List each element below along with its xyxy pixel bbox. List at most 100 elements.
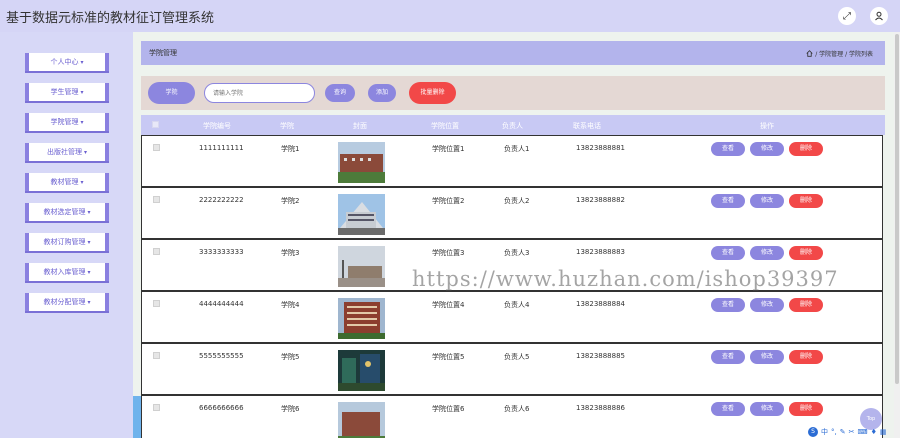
edit-button[interactable]: 修改 <box>750 350 784 364</box>
sidebar-item-personal-center[interactable]: 个人中心 ▾ <box>25 53 109 71</box>
sidebar-item-label: 个人中心 <box>50 58 79 66</box>
sidebar-item-label: 教材入库管理 <box>43 268 86 276</box>
app-header: 基于数据元标准的教材征订管理系统 ⤢ <box>0 0 900 32</box>
page-title: 学院管理 <box>149 49 177 57</box>
shirt-icon[interactable]: ♦ <box>871 428 877 436</box>
college-name: 学院3 <box>281 249 300 257</box>
row-checkbox[interactable] <box>153 248 160 255</box>
sidebar-item-textbook-selection[interactable]: 教材选定管理 ▾ <box>25 203 109 221</box>
college-phone: 13823888885 <box>576 352 625 360</box>
view-button[interactable]: 查看 <box>711 350 745 364</box>
college-cover-image <box>338 194 385 235</box>
column-header[interactable]: 学院 <box>280 121 294 131</box>
college-location: 学院位置2 <box>432 197 465 205</box>
query-button[interactable]: 查询 <box>325 84 355 102</box>
column-header[interactable]: 联系电话 <box>573 121 601 131</box>
delete-button[interactable]: 删除 <box>789 142 823 156</box>
page-scrollbar[interactable] <box>894 32 900 438</box>
sidebar-item-textbook-orders[interactable]: 教材订购管理 ▾ <box>25 233 109 251</box>
college-id: 3333333333 <box>199 248 244 256</box>
view-button[interactable]: 查看 <box>711 194 745 208</box>
scrollbar-thumb[interactable] <box>895 34 899 384</box>
select-all-checkbox[interactable] <box>152 121 159 128</box>
keyboard-icon[interactable]: ⌨ <box>857 428 867 436</box>
edit-button[interactable]: 修改 <box>750 194 784 208</box>
search-input[interactable] <box>204 83 315 103</box>
edit-button[interactable]: 修改 <box>750 142 784 156</box>
sidebar: 个人中心 ▾ 学生管理 ▾ 学院管理 ▾ 出版社管理 ▾ 教材管理 ▾ 教材选定管理 ▾ 教… <box>0 32 133 438</box>
college-id: 5555555555 <box>199 352 244 360</box>
delete-button[interactable]: 删除 <box>789 246 823 260</box>
tools-icon[interactable]: ✂ <box>849 428 855 436</box>
home-icon[interactable] <box>806 49 813 57</box>
view-button[interactable]: 查看 <box>711 402 745 416</box>
row-checkbox[interactable] <box>153 404 160 411</box>
column-header[interactable]: 学院位置 <box>431 121 459 131</box>
column-header[interactable]: 学院编号 <box>203 121 231 131</box>
row-checkbox[interactable] <box>153 352 160 359</box>
delete-button[interactable]: 删除 <box>789 298 823 312</box>
edit-button[interactable]: 修改 <box>750 402 784 416</box>
college-manager: 负责人2 <box>504 197 530 205</box>
chevron-down-icon: ▾ <box>87 209 91 216</box>
delete-button[interactable]: 删除 <box>789 194 823 208</box>
user-icon[interactable] <box>870 7 888 25</box>
row-checkbox[interactable] <box>153 196 160 203</box>
app-title: 基于数据元标准的教材征订管理系统 <box>6 10 215 26</box>
search-bar: 学院 查询 添加 批量删除 <box>141 76 885 110</box>
chevron-down-icon: ▾ <box>80 59 84 66</box>
sidebar-item-textbooks[interactable]: 教材管理 ▾ <box>25 173 109 191</box>
view-button[interactable]: 查看 <box>711 142 745 156</box>
column-header[interactable]: 负责人 <box>502 121 523 131</box>
breadcrumb-path[interactable]: / 学院管理 / 学院列表 <box>815 49 873 58</box>
pen-icon[interactable]: ✎ <box>840 428 846 436</box>
chevron-down-icon: ▾ <box>80 179 84 186</box>
college-location: 学院位置3 <box>432 249 465 257</box>
punctuation-icon[interactable]: °, <box>831 428 837 436</box>
sidebar-item-label: 教材分配管理 <box>43 298 86 306</box>
sidebar-item-label: 教材订购管理 <box>43 238 86 246</box>
college-location: 学院位置1 <box>432 145 465 153</box>
grid-icon[interactable]: ▦ <box>880 428 887 436</box>
college-manager: 负责人3 <box>504 249 530 257</box>
college-id: 4444444444 <box>199 300 244 308</box>
row-checkbox[interactable] <box>153 300 160 307</box>
breadcrumb: / 学院管理 / 学院列表 <box>806 49 873 58</box>
sidebar-item-students[interactable]: 学生管理 ▾ <box>25 83 109 101</box>
sidebar-item-textbook-stock-in[interactable]: 教材入库管理 ▾ <box>25 263 109 281</box>
chevron-down-icon: ▾ <box>80 89 84 96</box>
view-button[interactable]: 查看 <box>711 298 745 312</box>
fullscreen-icon[interactable]: ⤢ <box>838 7 856 25</box>
college-location: 学院位置4 <box>432 301 465 309</box>
watermark: https://www.huzhan.com/ishop39397 <box>412 267 839 291</box>
language-icon[interactable]: 中 <box>821 427 828 437</box>
college-location: 学院位置5 <box>432 353 465 361</box>
table-row: 5555555555 学院5 学院位置5 负责人5 13823888885 查看… <box>141 343 883 395</box>
edit-button[interactable]: 修改 <box>750 298 784 312</box>
sidebar-item-colleges[interactable]: 学院管理 ▾ <box>25 113 109 131</box>
search-label: 学院 <box>148 82 195 104</box>
batch-delete-button[interactable]: 批量删除 <box>409 82 456 104</box>
table-row: 2222222222 学院2 学院位置2 负责人2 13823888882 查看… <box>141 187 883 239</box>
college-cover-image <box>338 246 385 287</box>
row-checkbox[interactable] <box>153 144 160 151</box>
college-manager: 负责人1 <box>504 145 530 153</box>
add-button[interactable]: 添加 <box>368 84 396 102</box>
sidebar-item-publishers[interactable]: 出版社管理 ▾ <box>25 143 109 161</box>
college-cover-image <box>338 298 385 339</box>
delete-button[interactable]: 删除 <box>789 350 823 364</box>
edit-button[interactable]: 修改 <box>750 246 784 260</box>
college-id: 2222222222 <box>199 196 244 204</box>
sidebar-item-textbook-distribution[interactable]: 教材分配管理 ▾ <box>25 293 109 311</box>
college-manager: 负责人4 <box>504 301 530 309</box>
input-method-icon[interactable]: S <box>808 427 818 437</box>
chevron-down-icon: ▾ <box>87 269 91 276</box>
table-header: 学院编号 学院 封面 学院位置 负责人 联系电话 操作 <box>141 115 885 135</box>
college-cover-image <box>338 402 385 438</box>
sidebar-item-label: 教材管理 <box>50 178 79 186</box>
view-button[interactable]: 查看 <box>711 246 745 260</box>
column-header: 封面 <box>353 122 367 130</box>
delete-button[interactable]: 删除 <box>789 402 823 416</box>
college-name: 学院6 <box>281 405 300 413</box>
chevron-down-icon: ▾ <box>80 119 84 126</box>
